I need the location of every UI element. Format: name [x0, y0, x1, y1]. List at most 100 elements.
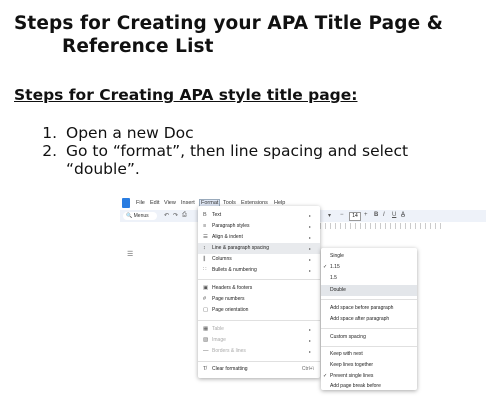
- underline-button[interactable]: U: [392, 212, 396, 218]
- menu-view[interactable]: View: [164, 200, 176, 206]
- menu-item-label: Table: [212, 326, 224, 332]
- menu-item-label: Align & indent: [212, 234, 243, 240]
- docs-screenshot: File Edit View Insert Format Tools Exten…: [120, 196, 486, 408]
- bold-button[interactable]: B: [374, 212, 378, 218]
- menus-search[interactable]: 🔍 Menus: [123, 212, 157, 220]
- line-spacing-icon: ↕: [203, 245, 206, 251]
- menu-edit[interactable]: Edit: [150, 200, 159, 206]
- menu-insert[interactable]: Insert: [181, 200, 195, 206]
- menu-item-label: Headers & footers: [212, 285, 253, 291]
- chevron-right-icon: ▸: [308, 213, 311, 218]
- spacing-1-15[interactable]: ✓ 1.15: [321, 262, 417, 273]
- spacing-single[interactable]: Single: [321, 251, 417, 262]
- text-color-icon[interactable]: A̲: [401, 212, 405, 218]
- menus-label: Menus: [133, 213, 149, 219]
- align-icon: ☰: [203, 234, 208, 240]
- submenu-item-label: Add space before paragraph: [330, 305, 394, 311]
- submenu-item-label: Add page break before: [330, 383, 381, 389]
- image-icon: ▧: [203, 337, 209, 343]
- menu-item-paragraph-styles[interactable]: ≡ Paragraph styles ▸: [198, 221, 320, 232]
- check-icon: ✓: [323, 264, 328, 270]
- chevron-right-icon: ▸: [308, 235, 311, 240]
- menu-item-headers-footers[interactable]: ▣ Headers & footers: [198, 283, 320, 294]
- submenu-item-label: Double: [330, 287, 346, 293]
- menu-item-clear-formatting[interactable]: T̸ Clear formatting Ctrl+\: [198, 364, 320, 375]
- spacing-1-5[interactable]: 1.5: [321, 273, 417, 284]
- submenu-item-label: Add space after paragraph: [330, 316, 390, 322]
- undo-icon[interactable]: ↶: [164, 212, 169, 219]
- submenu-item-label: 1.15: [330, 264, 340, 270]
- submenu-item-label: Custom spacing: [330, 334, 366, 340]
- bullets-icon: ∷: [203, 267, 207, 273]
- steps-list: Open a new Doc Go to “format”, then line…: [14, 124, 482, 178]
- submenu-divider: [321, 346, 417, 347]
- menu-item-label: Page numbers: [212, 296, 245, 302]
- custom-spacing[interactable]: Custom spacing: [321, 332, 417, 343]
- submenu-divider: [321, 328, 417, 329]
- increase-font-icon[interactable]: +: [364, 212, 368, 218]
- chevron-right-icon: ▸: [308, 327, 311, 332]
- menu-item-label: Line & paragraph spacing: [212, 245, 269, 251]
- step-item: Go to “format”, then line spacing and se…: [62, 142, 482, 178]
- add-space-before[interactable]: Add space before paragraph: [321, 303, 417, 314]
- menu-item-image[interactable]: ▧ Image ▸: [198, 335, 320, 346]
- page-title: Steps for Creating your APA Title Page &…: [14, 12, 474, 58]
- add-space-after[interactable]: Add space after paragraph: [321, 314, 417, 325]
- menu-file[interactable]: File: [136, 200, 145, 206]
- outline-icon[interactable]: ☰: [127, 250, 133, 258]
- decrease-font-icon[interactable]: −: [340, 212, 344, 218]
- redo-icon[interactable]: ↷: [173, 212, 178, 219]
- menu-item-label: Text: [212, 212, 222, 218]
- docs-logo-icon: [122, 198, 130, 208]
- table-icon: ▦: [203, 326, 209, 332]
- menu-item-label: Bullets & numbering: [212, 267, 257, 273]
- bold-icon: B: [203, 212, 207, 218]
- submenu-divider: [321, 299, 417, 300]
- menu-item-text[interactable]: B Text ▸: [198, 210, 320, 221]
- header-footer-icon: ▣: [203, 285, 209, 291]
- menu-divider: [198, 279, 320, 280]
- add-page-break-before[interactable]: Add page break before: [321, 381, 417, 392]
- line-spacing-submenu: Single ✓ 1.15 1.5 Double Add space before…: [321, 248, 417, 390]
- borders-icon: —: [203, 348, 209, 354]
- spacing-double[interactable]: Double: [321, 285, 417, 296]
- chevron-right-icon: ▸: [308, 224, 311, 229]
- menu-item-label: Paragraph styles: [212, 223, 250, 229]
- menu-item-columns[interactable]: ∥ Columns ▸: [198, 254, 320, 265]
- print-icon[interactable]: ⎙: [182, 212, 187, 219]
- keep-lines-together[interactable]: Keep lines together: [321, 360, 417, 371]
- chevron-right-icon: ▸: [308, 246, 311, 251]
- submenu-item-label: Single: [330, 253, 344, 259]
- menu-item-line-spacing[interactable]: ↕ Line & paragraph spacing ▸: [198, 243, 320, 254]
- ruler: [315, 223, 445, 229]
- menu-item-label: Columns: [212, 256, 232, 262]
- menu-divider: [198, 320, 320, 321]
- paragraph-styles-icon: ≡: [203, 223, 207, 229]
- chevron-right-icon: ▸: [308, 349, 311, 354]
- clear-formatting-icon: T̸: [203, 366, 207, 372]
- italic-button[interactable]: I: [383, 212, 385, 218]
- font-size-field[interactable]: 14: [349, 212, 361, 221]
- shortcut-label: Ctrl+\: [301, 366, 314, 372]
- menu-item-page-orientation[interactable]: ▢ Page orientation: [198, 305, 320, 316]
- section-subtitle: Steps for Creating APA style title page:: [14, 86, 358, 104]
- title-line-2: Reference List: [62, 36, 214, 57]
- menu-item-table[interactable]: ▦ Table ▸: [198, 324, 320, 335]
- columns-icon: ∥: [203, 256, 206, 262]
- font-dropdown-icon[interactable]: ▾: [328, 212, 331, 219]
- menu-item-label: Page orientation: [212, 307, 249, 313]
- menu-item-page-numbers[interactable]: # Page numbers: [198, 294, 320, 305]
- format-menu: B Text ▸ ≡ Paragraph styles ▸ ☰ Align & inden…: [198, 206, 320, 378]
- chevron-right-icon: ▸: [308, 338, 311, 343]
- menu-item-label: Clear formatting: [212, 366, 248, 372]
- keep-with-next[interactable]: Keep with next: [321, 349, 417, 360]
- step-item: Open a new Doc: [62, 124, 482, 142]
- menu-divider: [198, 361, 320, 362]
- menu-item-align-indent[interactable]: ☰ Align & indent ▸: [198, 232, 320, 243]
- chevron-right-icon: ▸: [308, 257, 311, 262]
- menu-item-bullets[interactable]: ∷ Bullets & numbering ▸: [198, 265, 320, 276]
- submenu-item-label: 1.5: [330, 275, 337, 281]
- page-orientation-icon: ▢: [203, 307, 209, 313]
- menu-item-label: Borders & lines: [212, 348, 246, 354]
- menu-item-borders-lines[interactable]: — Borders & lines ▸: [198, 346, 320, 357]
